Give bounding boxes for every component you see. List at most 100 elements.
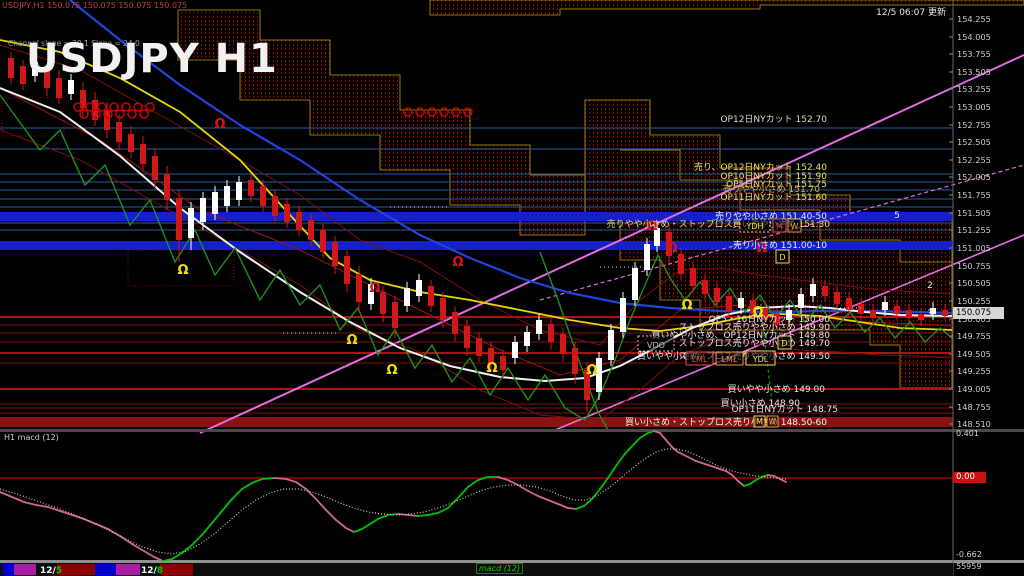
- timeline-date-label: 12/8: [141, 566, 163, 576]
- candle-body: [8, 58, 14, 78]
- red-circle-marker: [98, 103, 106, 111]
- axis-price-label: 152.255: [957, 155, 991, 165]
- candle-body: [834, 292, 840, 304]
- wave-count-digit: 5: [894, 211, 900, 221]
- level-annotation: ストップロス売りやや小さめ 149.70: [679, 337, 831, 349]
- macd-main-line: [252, 479, 262, 483]
- wave-count-digit: 3: [927, 309, 933, 319]
- candle-body: [236, 182, 242, 200]
- red-circle-marker: [110, 103, 118, 111]
- candle-body: [726, 296, 732, 312]
- macd-main-line: [428, 513, 438, 515]
- tag-box-label: LML: [692, 355, 708, 364]
- timeline-segment: [3, 564, 14, 575]
- omega-marker-yellow: Ω: [386, 363, 397, 378]
- omega-marker-yellow: Ω: [681, 298, 692, 313]
- tag-box-label: VDO: [647, 341, 665, 350]
- candle-body: [822, 286, 828, 296]
- macd-main-line: [12, 497, 24, 502]
- axis-price-label: 148.755: [957, 402, 991, 412]
- candle-body: [296, 212, 302, 230]
- candle-body: [548, 324, 554, 342]
- omega-marker-yellow: Ω: [177, 263, 188, 278]
- candle-body: [572, 348, 578, 374]
- macd-main-line: [354, 529, 362, 532]
- macd-main-line: [702, 463, 708, 465]
- candle-body: [870, 310, 876, 318]
- axis-price-label: 154.005: [957, 32, 991, 42]
- candle-body: [404, 288, 410, 306]
- candle-body: [140, 144, 146, 164]
- candle-body: [272, 196, 278, 216]
- candle-body: [332, 242, 338, 266]
- candle-body: [882, 302, 888, 310]
- macd-main-line: [684, 455, 690, 458]
- macd-main-line: [468, 480, 478, 487]
- macd-main-line: [714, 467, 720, 469]
- macd-main-line: [222, 499, 232, 511]
- macd-main-line: [0, 492, 12, 497]
- candle-body: [464, 326, 470, 348]
- candle-body: [476, 338, 482, 356]
- macd-main-line: [632, 438, 640, 446]
- macd-main-line: [144, 551, 154, 557]
- macd-main-line: [608, 466, 616, 478]
- macd-main-line: [576, 506, 584, 509]
- level-annotation: 売り小さめ 151.00-10: [733, 239, 827, 251]
- macd-main-line: [616, 455, 624, 466]
- omega-marker-red: Ω: [452, 255, 463, 270]
- macd-main-line: [132, 544, 144, 551]
- macd-main-line: [346, 528, 354, 532]
- macd-main-line: [624, 446, 632, 455]
- tag-box-label: W: [769, 417, 777, 426]
- candle-body: [260, 186, 266, 206]
- level-annotation: 買い小さめ・ストップロス売り小さめ 148.50-60: [625, 416, 827, 428]
- axis-price-label: 153.255: [957, 84, 991, 94]
- tag-box-label: YDL: [752, 355, 769, 364]
- axis-price-label: 149.755: [957, 331, 991, 341]
- macd-main-line: [660, 433, 666, 440]
- candle-body: [68, 80, 74, 94]
- macd-main-line: [584, 499, 592, 506]
- candle-body: [116, 122, 122, 142]
- candle-body: [320, 230, 326, 252]
- candle-body: [224, 186, 230, 206]
- timeline-date-label: 12/5: [40, 566, 62, 576]
- timeline-macd-chip: macd (12): [476, 563, 523, 574]
- candle-body: [690, 268, 696, 286]
- axis-price-label: 153.755: [957, 49, 991, 59]
- macd-pane-label: H1 macd (12): [4, 433, 59, 442]
- tag-box-label: M: [776, 222, 783, 231]
- candle-body: [798, 294, 804, 308]
- page-title: USDJPY H1: [26, 36, 278, 82]
- omega-marker-yellow: Ω: [486, 361, 497, 376]
- macd-main-line: [286, 479, 296, 482]
- pane-separator[interactable]: [0, 429, 1024, 432]
- candle-body: [176, 198, 182, 240]
- macd-current-tag: 0.00: [953, 472, 986, 483]
- macd-main-line: [108, 529, 120, 536]
- macd-main-line: [558, 504, 568, 508]
- omega-marker-red: Ω: [666, 241, 677, 256]
- candle-body: [356, 274, 362, 302]
- macd-main-line: [672, 447, 678, 452]
- macd-main-line: [538, 496, 548, 500]
- macd-main-line: [690, 458, 696, 461]
- candle-body: [452, 312, 458, 334]
- candle-body: [500, 356, 506, 370]
- macd-main-line: [408, 515, 418, 516]
- candle-body: [284, 204, 290, 222]
- axis-price-label: 150.505: [957, 278, 991, 288]
- axis-price-label: 153.005: [957, 102, 991, 112]
- price-chart-canvas[interactable]: ΩΩΩΩΩΩΩΩΩΩΩΩΩ523OP12日NYカット 152.70売り、OP12…: [0, 0, 1024, 576]
- axis-price-label: 152.005: [957, 172, 991, 182]
- updated-timestamp: 12/5 06:07 更新: [0, 5, 946, 18]
- candle-body: [344, 256, 350, 284]
- macd-main-line: [336, 520, 346, 528]
- macd-main-line: [242, 483, 252, 489]
- candle-body: [608, 330, 614, 360]
- axis-price-label: 148.510: [957, 419, 991, 429]
- macd-main-line: [274, 478, 286, 479]
- macd-main-line: [744, 484, 750, 486]
- macd-main-line: [212, 511, 222, 523]
